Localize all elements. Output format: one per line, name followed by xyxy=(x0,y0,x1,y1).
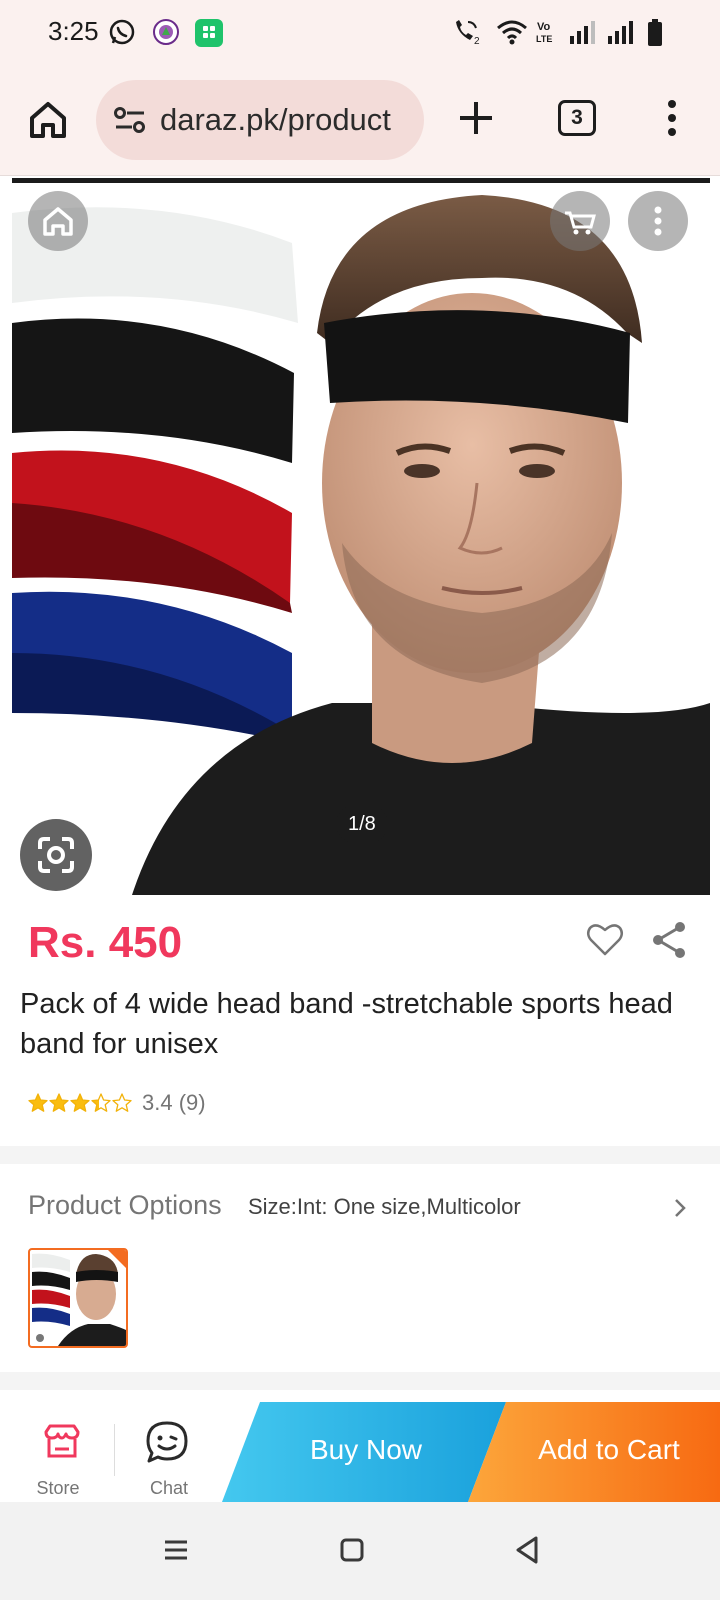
home-icon[interactable] xyxy=(26,98,70,142)
status-time: 3:25 xyxy=(48,16,99,46)
image-counter: 1/8 xyxy=(336,805,388,843)
store-button[interactable]: Store xyxy=(0,1402,116,1502)
wifi-call-icon: 2 xyxy=(456,20,480,46)
lens-icon xyxy=(38,837,74,873)
store-home-button[interactable] xyxy=(28,191,88,251)
star-icon xyxy=(49,1093,69,1112)
home-icon xyxy=(43,207,73,236)
section-separator xyxy=(0,1372,720,1390)
star-icon xyxy=(70,1093,90,1112)
product-image xyxy=(12,195,710,895)
product-price: Rs. 450 xyxy=(28,918,183,967)
chat-label: Chat xyxy=(149,1478,189,1498)
battery-icon xyxy=(648,19,662,46)
wishlist-heart-icon[interactable] xyxy=(586,922,624,958)
more-menu-icon[interactable] xyxy=(666,98,678,138)
home-nav-icon[interactable] xyxy=(336,1534,368,1566)
visual-search-button[interactable] xyxy=(20,819,92,891)
share-icon[interactable] xyxy=(650,920,688,960)
gallery-more-button[interactable] xyxy=(628,191,688,251)
chevron-right-icon[interactable] xyxy=(672,1196,688,1220)
buy-now-button[interactable]: Buy Now xyxy=(222,1402,506,1502)
cart-button[interactable] xyxy=(550,191,610,251)
section-separator xyxy=(0,1146,720,1164)
star-icon xyxy=(91,1093,111,1112)
product-options-label: Product Options xyxy=(28,1190,222,1220)
selected-corner-icon xyxy=(108,1250,126,1268)
add-to-cart-label: Add to Cart xyxy=(538,1434,680,1465)
star-icon xyxy=(28,1093,48,1112)
whatsapp-icon xyxy=(109,19,135,45)
browser-toolbar: daraz.pk/product 3 xyxy=(0,64,720,176)
buy-now-label: Buy Now xyxy=(309,1434,423,1465)
chat-button[interactable]: Chat xyxy=(116,1402,222,1502)
action-divider xyxy=(114,1424,115,1476)
site-settings-icon[interactable] xyxy=(114,106,146,134)
more-vertical-icon xyxy=(654,206,662,236)
option-thumbnail[interactable] xyxy=(28,1248,128,1348)
add-to-cart-button[interactable]: Add to Cart xyxy=(468,1402,720,1502)
product-options-value: Size:Int: One size,Multicolor xyxy=(248,1194,521,1219)
bottom-action-bar: Store Chat Buy Now Add to Cart xyxy=(0,1402,720,1502)
app-notification-icon xyxy=(153,19,179,45)
volte-icon: Vo LTE xyxy=(536,21,552,44)
new-tab-icon[interactable] xyxy=(456,98,496,138)
chat-icon xyxy=(146,1421,188,1463)
product-options-section[interactable]: Product Options Size:Int: One size,Multi… xyxy=(0,1164,720,1372)
tab-switcher-button[interactable]: 3 xyxy=(558,100,596,136)
signal-icon xyxy=(608,21,633,44)
green-app-icon xyxy=(195,19,223,47)
product-image-gallery[interactable]: 1/8 xyxy=(12,183,710,895)
signal-icon xyxy=(570,21,595,44)
product-title: Pack of 4 wide head band -stretchable sp… xyxy=(20,988,673,1060)
rating-stars xyxy=(28,1093,132,1113)
url-text: daraz.pk/product xyxy=(160,102,391,137)
status-bar: 3:25 2 Vo LTE xyxy=(0,0,720,64)
store-label: Store xyxy=(36,1478,80,1498)
wifi-icon xyxy=(497,20,527,45)
cart-icon xyxy=(565,211,596,235)
star-icon xyxy=(112,1093,132,1112)
back-icon[interactable] xyxy=(512,1534,544,1566)
rating-text: 3.4 (9) xyxy=(142,1090,206,1115)
product-rating[interactable]: 3.4 (9) xyxy=(28,1090,206,1116)
address-bar[interactable]: daraz.pk/product xyxy=(96,80,424,160)
store-icon xyxy=(44,1424,80,1458)
svg-text:LTE: LTE xyxy=(536,34,552,44)
recent-apps-icon[interactable] xyxy=(160,1534,192,1566)
svg-text:Vo: Vo xyxy=(537,21,551,33)
svg-text:2: 2 xyxy=(474,36,480,46)
system-navigation-bar xyxy=(0,1502,720,1600)
